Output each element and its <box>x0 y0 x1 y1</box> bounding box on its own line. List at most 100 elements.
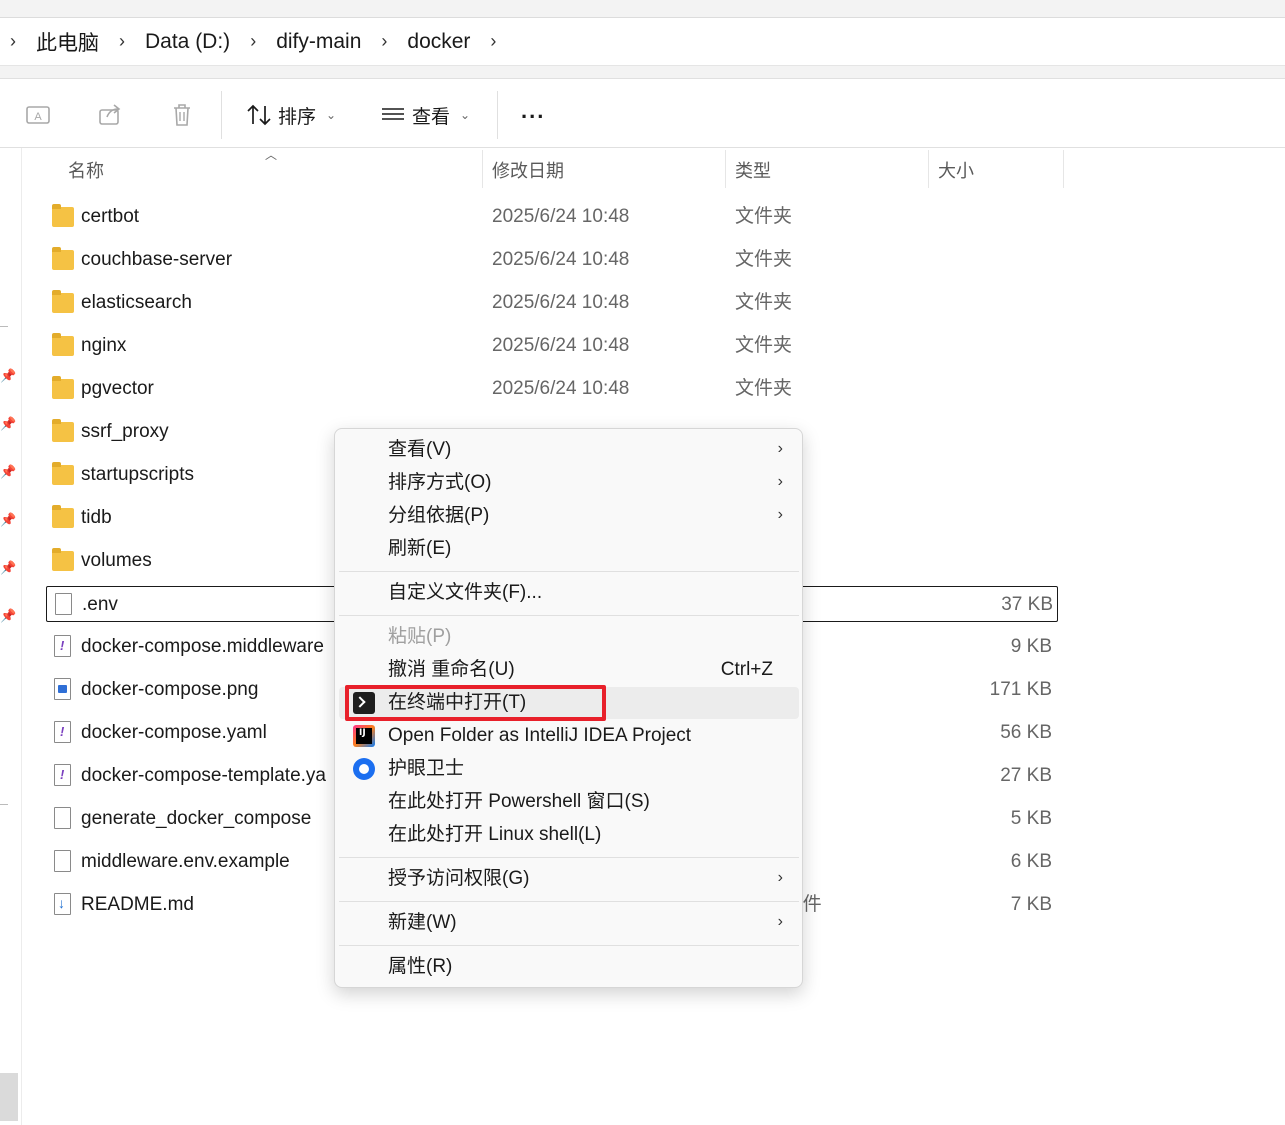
menu-item-grant-access[interactable]: 授予访问权限(G) › <box>339 863 799 895</box>
navigation-pane-edge[interactable]: 📌 📌 📌 📌 📌 📌 <box>0 148 22 1125</box>
menu-item-label: Open Folder as IntelliJ IDEA Project <box>388 725 692 746</box>
chevron-down-icon: ⌄ <box>460 108 471 122</box>
folder-icon <box>52 548 74 571</box>
menu-item-label: 排序方式(O) <box>388 472 492 493</box>
eye-guard-icon <box>353 758 375 780</box>
share-icon <box>99 104 121 125</box>
file-name: elasticsearch <box>81 292 192 313</box>
menu-item-sort-by[interactable]: 排序方式(O) › <box>339 467 799 499</box>
file-icon <box>55 593 72 615</box>
chevron-right-icon: › <box>777 440 783 457</box>
view-button[interactable]: 查看 ⌄ <box>380 99 470 131</box>
sort-button[interactable]: 排序 ⌄ <box>246 99 336 131</box>
menu-item-view[interactable]: 查看(V) › <box>339 434 799 466</box>
menu-item-label: 护眼卫士 <box>388 758 465 779</box>
file-size: 6 KB <box>1010 851 1052 872</box>
file-size <box>926 457 1052 493</box>
pin-icon: 📌 <box>0 368 17 383</box>
file-row[interactable]: couchbase-server 2025/6/24 10:48 文件夹 <box>46 242 1058 278</box>
file-date: 2025/6/24 10:48 <box>492 249 630 270</box>
chevron-right-icon: › <box>777 869 783 886</box>
file-row[interactable]: nginx 2025/6/24 10:48 文件夹 <box>46 328 1058 364</box>
file-row[interactable]: pgvector 2025/6/24 10:48 文件夹 <box>46 371 1058 407</box>
file-size: 171 KB <box>989 679 1052 700</box>
sort-label: 排序 <box>278 106 317 128</box>
pin-icon: 📌 <box>0 512 17 527</box>
address-area: › 此电脑 › Data (D:) › dify-main › docker › <box>0 0 1285 80</box>
column-divider[interactable] <box>928 150 929 188</box>
menu-separator <box>339 615 799 616</box>
menu-item-label: 在此处打开 Powershell 窗口(S) <box>388 791 650 812</box>
folder-icon <box>52 247 74 270</box>
menu-item-properties[interactable]: 属性(R) <box>339 951 799 983</box>
file-type: 文件夹 <box>735 249 793 270</box>
rename-icon: A <box>26 106 50 124</box>
file-type: 文件夹 <box>735 378 793 399</box>
pin-icon: 📌 <box>0 416 17 431</box>
chevron-right-icon: › <box>777 913 783 930</box>
menu-item-eye-guard[interactable]: 护眼卫士 <box>339 753 799 785</box>
annotation-highlight-box <box>345 685 606 721</box>
file-name: .env <box>82 594 118 615</box>
file-row[interactable]: certbot 2025/6/24 10:48 文件夹 <box>46 199 1058 235</box>
file-name: ssrf_proxy <box>81 421 169 442</box>
file-date: 2025/6/24 10:48 <box>492 378 630 399</box>
rename-button[interactable]: A <box>24 99 52 131</box>
column-header-name[interactable]: 名称 <box>68 150 104 190</box>
column-header-type[interactable]: 类型 <box>735 150 771 190</box>
menu-item-new[interactable]: 新建(W) › <box>339 907 799 939</box>
folder-icon <box>52 462 74 485</box>
menu-item-customize-folder[interactable]: 自定义文件夹(F)... <box>339 577 799 609</box>
chevron-right-icon[interactable]: › <box>365 31 403 52</box>
nav-divider <box>0 326 8 327</box>
menu-item-refresh[interactable]: 刷新(E) <box>339 533 799 565</box>
chevron-down-icon: ⌄ <box>326 108 337 122</box>
folder-icon <box>52 505 74 528</box>
menu-item-label: 粘贴(P) <box>388 626 452 647</box>
menu-item-undo-rename[interactable]: 撤消 重命名(U) Ctrl+Z <box>339 654 799 686</box>
chevron-right-icon[interactable]: › <box>103 31 141 52</box>
file-size <box>926 199 1052 235</box>
pin-icon: 📌 <box>0 464 17 479</box>
file-size <box>926 328 1052 364</box>
file-name: volumes <box>81 550 152 571</box>
folder-icon <box>52 290 74 313</box>
shortcut-label: Ctrl+Z <box>720 659 773 680</box>
breadcrumb[interactable]: › 此电脑 › Data (D:) › dify-main › docker › <box>0 18 1285 66</box>
menu-item-label: 刷新(E) <box>388 538 452 559</box>
view-label: 查看 <box>412 106 451 128</box>
breadcrumb-item-dify-main[interactable]: dify-main <box>272 30 365 54</box>
chevron-right-icon[interactable]: › <box>0 31 32 52</box>
column-divider[interactable] <box>1063 150 1064 188</box>
menu-item-label: 属性(R) <box>388 956 453 977</box>
delete-button[interactable] <box>168 99 196 131</box>
address-gap <box>0 66 1285 78</box>
file-name: docker-compose.yaml <box>81 722 267 743</box>
column-header-size[interactable]: 大小 <box>938 150 974 190</box>
file-size <box>926 543 1052 579</box>
menu-item-open-linux-shell[interactable]: 在此处打开 Linux shell(L) <box>339 819 799 851</box>
file-date: 2025/6/24 10:48 <box>492 206 630 227</box>
chevron-right-icon[interactable]: › <box>234 31 272 52</box>
more-options-button[interactable]: ... <box>521 95 545 127</box>
column-header-date[interactable]: 修改日期 <box>492 150 564 190</box>
nav-scrollbar-thumb[interactable] <box>0 1073 18 1121</box>
menu-item-open-intellij[interactable]: IJ Open Folder as IntelliJ IDEA Project <box>339 720 799 752</box>
file-size: 37 KB <box>1001 594 1053 615</box>
menu-item-open-powershell[interactable]: 在此处打开 Powershell 窗口(S) <box>339 786 799 818</box>
nav-divider <box>0 804 8 805</box>
column-divider[interactable] <box>725 150 726 188</box>
file-row[interactable]: elasticsearch 2025/6/24 10:48 文件夹 <box>46 285 1058 321</box>
breadcrumb-item-drive[interactable]: Data (D:) <box>141 30 234 54</box>
file-name: startupscripts <box>81 464 194 485</box>
share-button[interactable] <box>96 99 124 131</box>
menu-item-group-by[interactable]: 分组依据(P) › <box>339 500 799 532</box>
breadcrumb-item-docker[interactable]: docker <box>403 30 474 54</box>
breadcrumb-item-this-pc[interactable]: 此电脑 <box>32 27 103 57</box>
yaml-file-icon <box>54 764 71 786</box>
file-name: nginx <box>81 335 127 356</box>
column-divider[interactable] <box>482 150 483 188</box>
chevron-right-icon[interactable]: › <box>474 31 512 52</box>
menu-item-label: 撤消 重命名(U) <box>388 659 515 680</box>
chevron-right-icon: › <box>777 506 783 523</box>
